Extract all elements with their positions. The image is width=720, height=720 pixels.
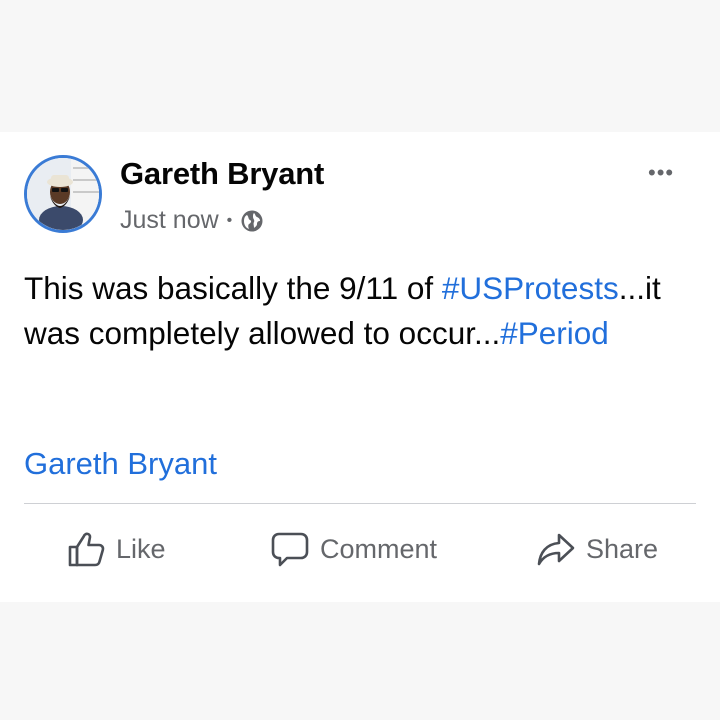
more-options-button[interactable]: ••• [648,160,674,186]
thumbs-up-icon [68,532,105,567]
share-icon [537,533,575,566]
comment-button[interactable]: Comment [270,529,437,569]
post-card: Gareth Bryant Just now • ••• This was ba… [0,132,720,602]
divider [24,503,696,504]
post-text-segment: This was basically the 9/11 of [24,270,442,306]
share-label: Share [586,533,659,564]
avatar-photo [27,158,99,230]
hashtag-link[interactable]: #USProtests [442,270,619,306]
comment-label: Comment [320,533,438,564]
share-button[interactable]: Share [536,529,658,569]
source-name-link[interactable]: Gareth Bryant [24,446,217,482]
post-text: This was basically the 9/11 of #USProtes… [24,266,704,356]
timestamp[interactable]: Just now [120,206,219,235]
meta-separator: • [226,211,233,229]
globe-icon [240,209,264,233]
like-label: Like [116,533,166,564]
hashtag-link[interactable]: #Period [500,315,609,351]
avatar[interactable] [24,155,102,233]
post-meta: Just now • [120,206,264,235]
comment-icon [271,532,309,567]
like-button[interactable]: Like [66,529,166,569]
author-name[interactable]: Gareth Bryant [120,156,324,192]
